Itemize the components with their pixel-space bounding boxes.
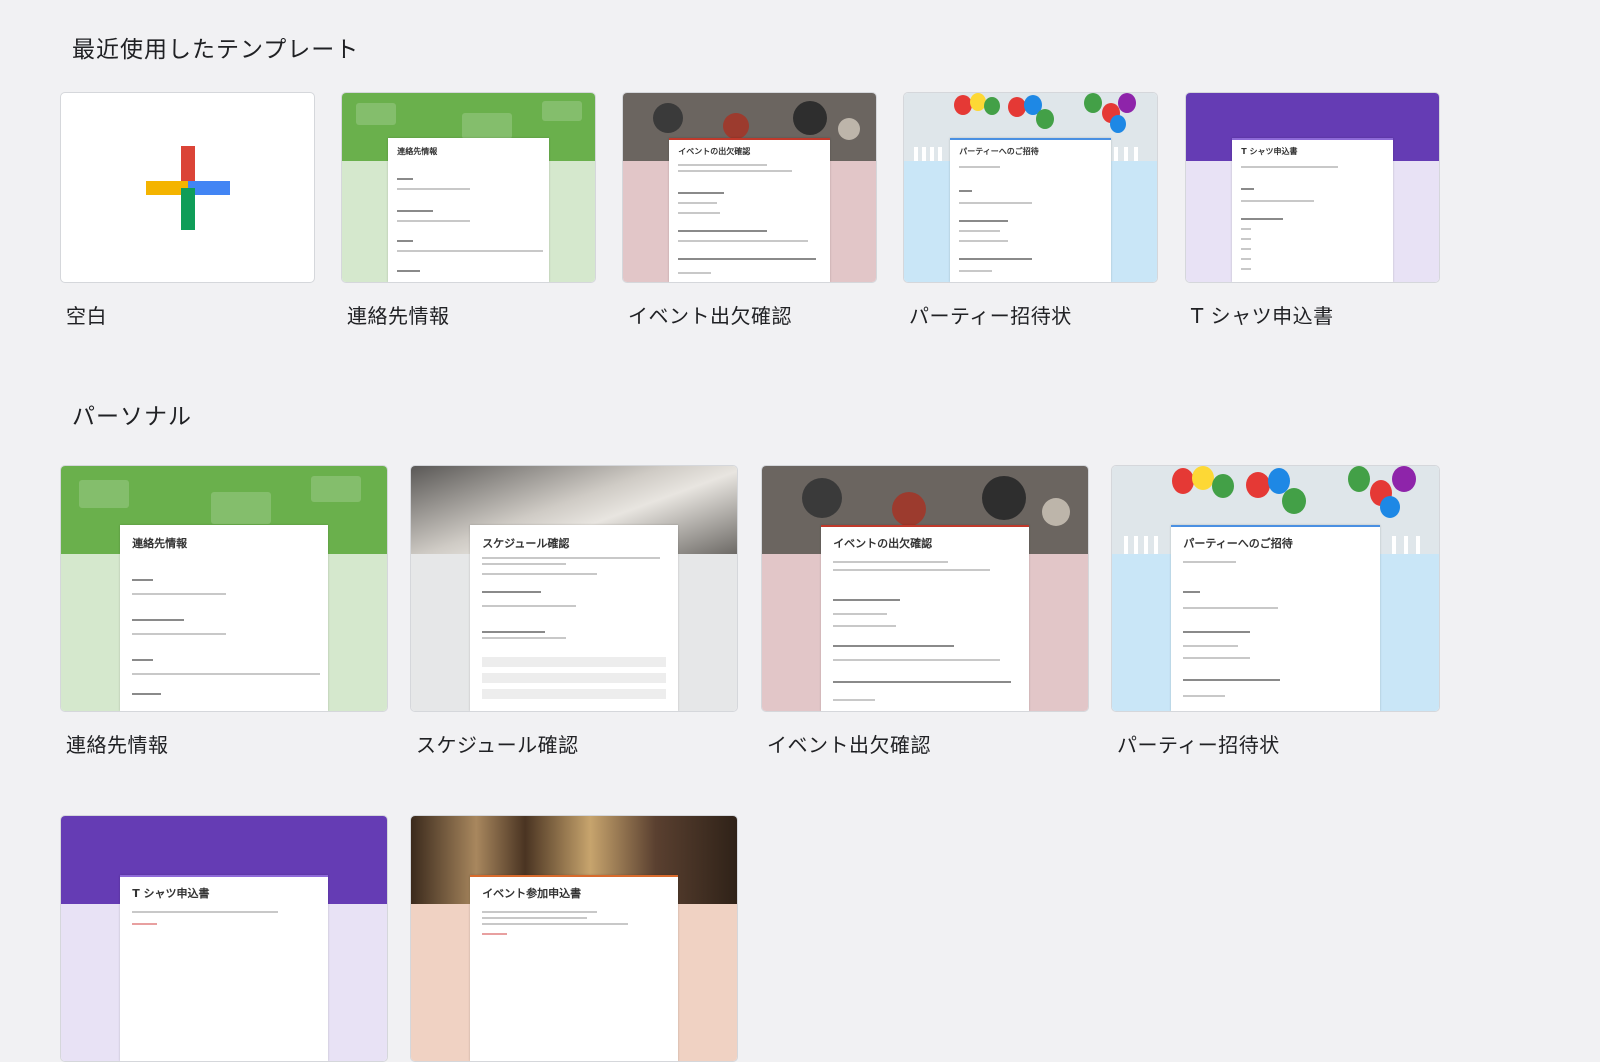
form-preview-title: イベントの出欠確認 [678, 147, 751, 157]
template-label-event-rsvp[interactable]: イベント出欠確認 [628, 300, 792, 329]
plus-icon [145, 145, 230, 230]
template-label-event-rsvp[interactable]: イベント出欠確認 [767, 729, 931, 758]
template-label-blank[interactable]: 空白 [66, 300, 107, 329]
form-preview-title: 連絡先情報 [397, 147, 438, 157]
template-label-party[interactable]: パーティー招待状 [909, 300, 1072, 329]
template-card-party[interactable]: パーティーへのご招待 [1111, 465, 1440, 712]
template-label-tshirt[interactable]: T シャツ申込書 [1191, 300, 1334, 329]
section-title-personal: パーソナル [72, 404, 192, 430]
form-preview-title: T シャツ申込書 [132, 886, 210, 900]
template-card-party[interactable]: パーティーへのご招待 [903, 92, 1158, 283]
template-card-contact[interactable]: 連絡先情報 [60, 465, 388, 712]
form-preview-title: イベント参加申込書 [482, 886, 582, 900]
template-card-tshirt[interactable]: T シャツ申込書 [1185, 92, 1440, 283]
template-card-contact[interactable]: 連絡先情報 [341, 92, 596, 283]
form-preview-title: 連絡先情報 [132, 536, 188, 550]
template-card-event-rsvp[interactable]: イベントの出欠確認 [761, 465, 1089, 712]
form-preview-title: スケジュール確認 [482, 536, 570, 550]
form-preview-title: T シャツ申込書 [1241, 147, 1298, 157]
section-title-recent: 最近使用したテンプレート [72, 37, 360, 63]
template-card-tshirt[interactable]: T シャツ申込書 [60, 815, 388, 1062]
template-card-event-registration[interactable]: イベント参加申込書 [410, 815, 738, 1062]
template-card-blank[interactable] [60, 92, 315, 283]
form-preview-title: パーティーへのご招待 [959, 147, 1039, 157]
form-preview-title: パーティーへのご招待 [1183, 536, 1293, 550]
template-label-contact[interactable]: 連絡先情報 [66, 729, 169, 758]
form-preview-title: イベントの出欠確認 [833, 536, 933, 550]
template-label-schedule[interactable]: スケジュール確認 [416, 729, 579, 758]
template-card-event-rsvp[interactable]: イベントの出欠確認 [622, 92, 877, 283]
template-label-party[interactable]: パーティー招待状 [1117, 729, 1280, 758]
template-card-schedule[interactable]: スケジュール確認 [410, 465, 738, 712]
template-label-contact[interactable]: 連絡先情報 [347, 300, 450, 329]
